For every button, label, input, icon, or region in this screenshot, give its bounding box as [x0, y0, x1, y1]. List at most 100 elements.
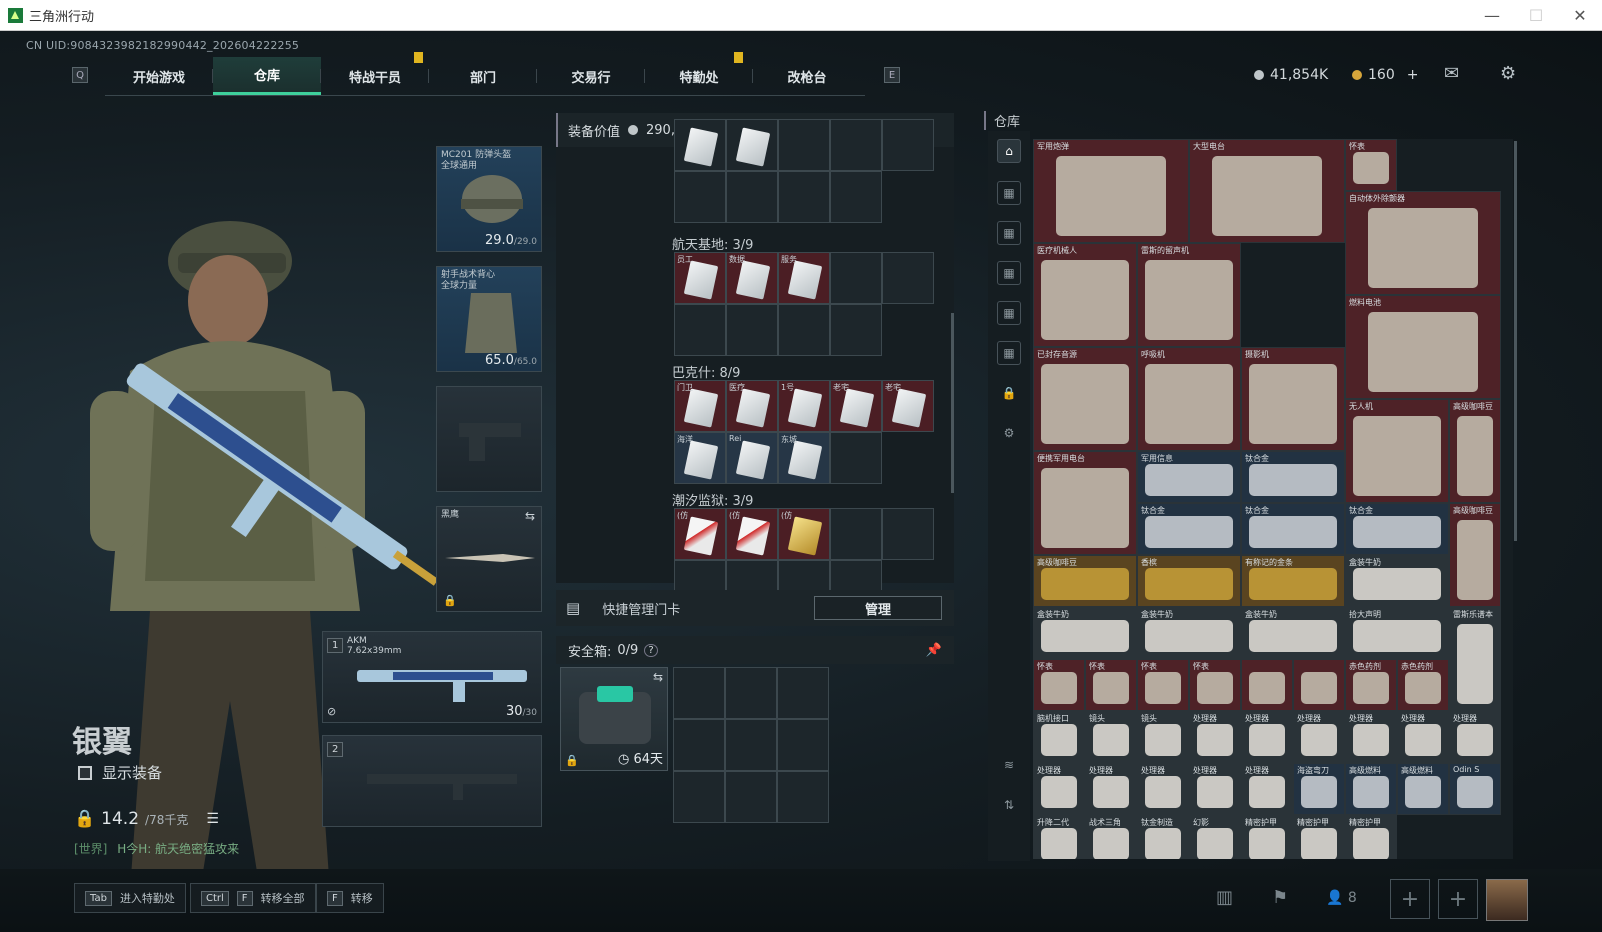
help-icon[interactable]: ?	[644, 643, 658, 657]
stash-item[interactable]: 海盗弯刀	[1293, 763, 1345, 815]
maximize-button[interactable]: ☐	[1514, 0, 1558, 30]
stash-item[interactable]: 精密护甲	[1293, 815, 1345, 859]
stash-item[interactable]: 盒装牛奶	[1345, 555, 1449, 607]
helmet-slot[interactable]: MC201 防弹头盔 全球通用 29.0/29.0	[436, 146, 542, 252]
swap-icon[interactable]: ⇆	[525, 509, 535, 523]
keycard-slot[interactable]: (仿	[778, 508, 830, 560]
show-equipment-toggle[interactable]: 显示装备	[78, 762, 162, 783]
keycard-slot[interactable]	[778, 171, 830, 223]
stash-item[interactable]: 赤色药剂	[1397, 659, 1449, 711]
stash-item[interactable]: 无人机	[1345, 399, 1449, 503]
enter-special-ops-button[interactable]: Tab 进入特勤处	[74, 883, 186, 913]
stash-item[interactable]: 处理器	[1293, 711, 1345, 763]
stash-item[interactable]: 处理器	[1241, 711, 1293, 763]
safe-box-slot[interactable]	[777, 667, 829, 719]
stash-item[interactable]	[1241, 659, 1293, 711]
stash-item[interactable]: 雷斯的留声机	[1137, 243, 1241, 347]
stash-item[interactable]: 处理器	[1033, 763, 1085, 815]
keycard-slot[interactable]	[882, 119, 934, 171]
lock-icon[interactable]: 🔒	[997, 381, 1021, 405]
stats-chart-icon[interactable]: ▥	[1216, 887, 1233, 908]
keycard-slot[interactable]: 医疗	[726, 380, 778, 432]
keycard-slot[interactable]	[830, 171, 882, 223]
stash-item[interactable]: 高级燃料	[1397, 763, 1449, 815]
stash-item[interactable]: 高级咖啡豆	[1449, 503, 1501, 607]
keycard-slot[interactable]: 员工	[674, 252, 726, 304]
stash-item[interactable]: 处理器	[1189, 711, 1241, 763]
stash-item[interactable]: 军用炮弹	[1033, 139, 1189, 243]
stash-grid[interactable]: 军用炮弹 大型电台 怀表 自动体外除颤器 医疗机械人 雷斯的留声机 燃料电池 已封存音源 呼吸机…	[1033, 139, 1513, 859]
nav-tab[interactable]: 改枪台	[753, 57, 861, 95]
keycard-slot[interactable]	[778, 119, 830, 171]
safe-box-grid[interactable]	[673, 667, 833, 827]
stash-tab-2-icon[interactable]: ▦	[997, 221, 1021, 245]
secondary-weapon-slot[interactable]: 2	[322, 735, 542, 827]
keycard-slot[interactable]: Rei	[726, 432, 778, 484]
nav-next-key[interactable]: E	[884, 67, 900, 83]
stash-item[interactable]: 钛合金	[1345, 503, 1449, 555]
stash-item[interactable]: 已封存音源	[1033, 347, 1137, 451]
minimize-button[interactable]: —	[1470, 0, 1514, 30]
settings-gear-icon[interactable]: ⚙	[997, 421, 1021, 445]
safe-box-slot[interactable]	[777, 771, 829, 823]
stash-item[interactable]: 盒装牛奶	[1137, 607, 1241, 659]
stash-item[interactable]: 赤色药剂	[1345, 659, 1397, 711]
stash-item[interactable]: 军用信息	[1137, 451, 1241, 503]
stash-item[interactable]: 处理器	[1345, 711, 1397, 763]
stash-item[interactable]: 钛合金	[1241, 451, 1345, 503]
stash-item[interactable]: 便携军用电台	[1033, 451, 1137, 555]
stash-item[interactable]: Odin S	[1449, 763, 1501, 815]
stash-item[interactable]	[1293, 659, 1345, 711]
nav-tab[interactable]: 开始游戏	[105, 57, 213, 95]
stash-item[interactable]: 战术三角	[1085, 815, 1137, 859]
melee-slot[interactable]: 黑鹰 ⇆ 🔒	[436, 506, 542, 612]
stash-item[interactable]: 有称记的金条	[1241, 555, 1345, 607]
stash-tab-1-icon[interactable]: ▦	[997, 181, 1021, 205]
settings-gear-icon[interactable]: ⚙	[1500, 63, 1516, 84]
add-teammate-button[interactable]: +	[1438, 879, 1478, 919]
stash-tab-4-icon[interactable]: ▦	[997, 301, 1021, 325]
stash-item[interactable]: 摄影机	[1241, 347, 1345, 451]
keycard-slot[interactable]: 数据	[726, 252, 778, 304]
stash-item[interactable]: 盒装牛奶	[1033, 607, 1137, 659]
stash-item[interactable]: 处理器	[1189, 763, 1241, 815]
transfer-all-button[interactable]: Ctrl F 转移全部	[190, 883, 316, 913]
stash-tab-5-icon[interactable]: ▦	[997, 341, 1021, 365]
keycard-slot[interactable]	[726, 171, 778, 223]
stash-item[interactable]: 处理器	[1449, 711, 1501, 763]
stash-scrollbar[interactable]	[1514, 141, 1517, 541]
keycard-slot[interactable]	[674, 119, 726, 171]
pistol-slot[interactable]	[436, 386, 542, 492]
loadout-scrollbar[interactable]	[951, 313, 954, 493]
stash-item[interactable]: 高级咖啡豆	[1033, 555, 1137, 607]
manage-button[interactable]: 管理	[814, 596, 942, 620]
keycard-slot[interactable]	[830, 508, 882, 560]
stash-item[interactable]: 钛合金	[1137, 503, 1241, 555]
keycard-slot[interactable]: 服务	[778, 252, 830, 304]
safe-box-slot[interactable]	[725, 771, 777, 823]
swap-icon[interactable]: ⇆	[653, 670, 663, 684]
stash-item[interactable]: 医疗机械人	[1033, 243, 1137, 347]
keycard-slot[interactable]: 门卫	[674, 380, 726, 432]
stash-tab-3-icon[interactable]: ▦	[997, 261, 1021, 285]
stash-item[interactable]: 脑机接口	[1033, 711, 1085, 763]
close-button[interactable]: ✕	[1558, 0, 1602, 30]
stash-item[interactable]: 处理器	[1085, 763, 1137, 815]
safe-box-slot[interactable]	[725, 667, 777, 719]
keycard-slot[interactable]: (仿	[726, 508, 778, 560]
add-gold-button[interactable]: +	[1407, 67, 1419, 83]
layers-icon[interactable]: ≋	[997, 753, 1021, 777]
keycard-slot[interactable]	[674, 171, 726, 223]
safe-box-slot[interactable]	[673, 719, 725, 771]
friends-icon[interactable]: 👤 8	[1326, 890, 1357, 906]
stash-item[interactable]: 怀表	[1085, 659, 1137, 711]
keycard-slot[interactable]	[726, 119, 778, 171]
stash-item[interactable]: 大型电台	[1189, 139, 1345, 243]
keycard-slot[interactable]	[778, 304, 830, 356]
stash-home-icon[interactable]: ⌂	[997, 139, 1021, 163]
player-avatar[interactable]	[1486, 879, 1528, 921]
keycard-slot[interactable]: 老宅	[830, 380, 882, 432]
world-chat-line[interactable]: [世界] H今H: 航天绝密猛攻来	[74, 840, 239, 857]
stash-item[interactable]: 雷斯乐谱本	[1449, 607, 1501, 711]
stash-item[interactable]: 怀表	[1345, 139, 1397, 191]
